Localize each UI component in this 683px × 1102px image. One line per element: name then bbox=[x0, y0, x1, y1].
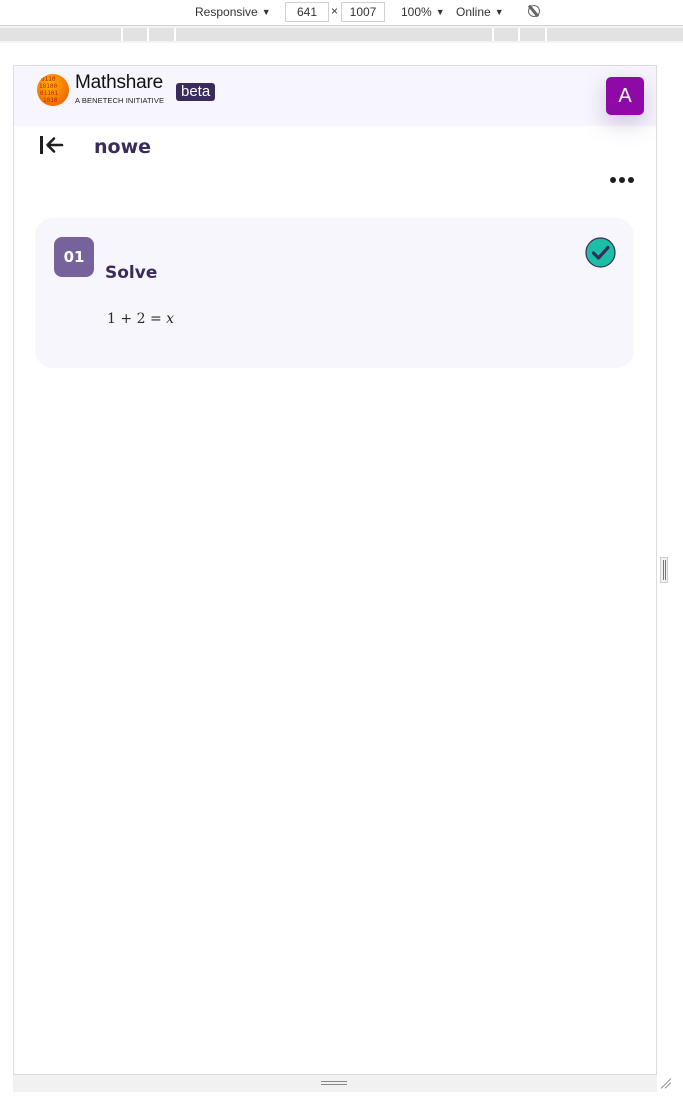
media-query-ruler bbox=[0, 26, 683, 43]
brand-name: Mathshare bbox=[75, 72, 163, 93]
problem-expression: 1 + 2 = x bbox=[107, 311, 174, 327]
network-throttle-select[interactable]: Online ▼ bbox=[456, 5, 504, 20]
problem-title: Solve bbox=[105, 263, 158, 283]
network-label: Online bbox=[456, 5, 491, 19]
ruler-divider bbox=[518, 28, 520, 41]
expression-operator: + bbox=[120, 311, 133, 327]
back-arrow-icon[interactable] bbox=[40, 135, 64, 155]
dimension-separator: × bbox=[331, 4, 339, 18]
zoom-label: 100% bbox=[401, 5, 432, 19]
expression-operator: = bbox=[149, 311, 162, 327]
expression-variable: x bbox=[166, 311, 175, 327]
expression-term: 1 bbox=[107, 311, 116, 327]
viewport-width-input[interactable]: 641 bbox=[285, 2, 329, 22]
ruler-divider bbox=[147, 28, 149, 41]
chevron-down-icon: ▼ bbox=[435, 7, 445, 17]
devtools-toolbar: Responsive ▼ 641 × 1007 100% ▼ Online ▼ bbox=[0, 0, 683, 26]
more-options-icon[interactable] bbox=[610, 174, 634, 186]
device-mode-select[interactable]: Responsive ▼ bbox=[195, 5, 271, 20]
app-header: 0110 10100 01101 1010 Mathshare A BENETECH… bbox=[14, 66, 656, 126]
completed-check-icon bbox=[585, 237, 616, 268]
problem-number-badge: 01 bbox=[54, 237, 94, 277]
beta-badge: beta bbox=[176, 83, 216, 101]
ruler-divider bbox=[174, 28, 176, 41]
viewport-height-input[interactable]: 1007 bbox=[341, 2, 385, 22]
resize-corner-grip[interactable] bbox=[659, 1077, 672, 1089]
problem-set-title: nowe bbox=[94, 136, 152, 158]
ruler-divider bbox=[545, 28, 547, 41]
zoom-select[interactable]: 100% ▼ bbox=[401, 5, 445, 20]
expression-term: 2 bbox=[136, 311, 146, 327]
mathshare-logo-icon[interactable]: 0110 10100 01101 1010 bbox=[37, 74, 69, 106]
emulated-viewport: 0110 10100 01101 1010 Mathshare A BENETECH… bbox=[13, 65, 657, 1075]
problem-card[interactable]: 01 Solve 1 + 2 = x bbox=[35, 218, 634, 368]
chevron-down-icon: ▼ bbox=[261, 7, 271, 17]
user-avatar-button[interactable]: A bbox=[606, 77, 644, 115]
device-mode-label: Responsive bbox=[195, 5, 258, 19]
ruler-divider bbox=[121, 28, 123, 41]
resize-handle-bottom[interactable] bbox=[321, 1081, 347, 1087]
ruler-divider bbox=[492, 28, 494, 41]
brand-tagline: A BENETECH INITIATIVE bbox=[75, 96, 165, 105]
resize-handle-right[interactable] bbox=[660, 557, 668, 583]
rotate-icon[interactable] bbox=[528, 5, 540, 17]
chevron-down-icon: ▼ bbox=[494, 7, 504, 17]
ruler-track[interactable] bbox=[0, 28, 683, 41]
